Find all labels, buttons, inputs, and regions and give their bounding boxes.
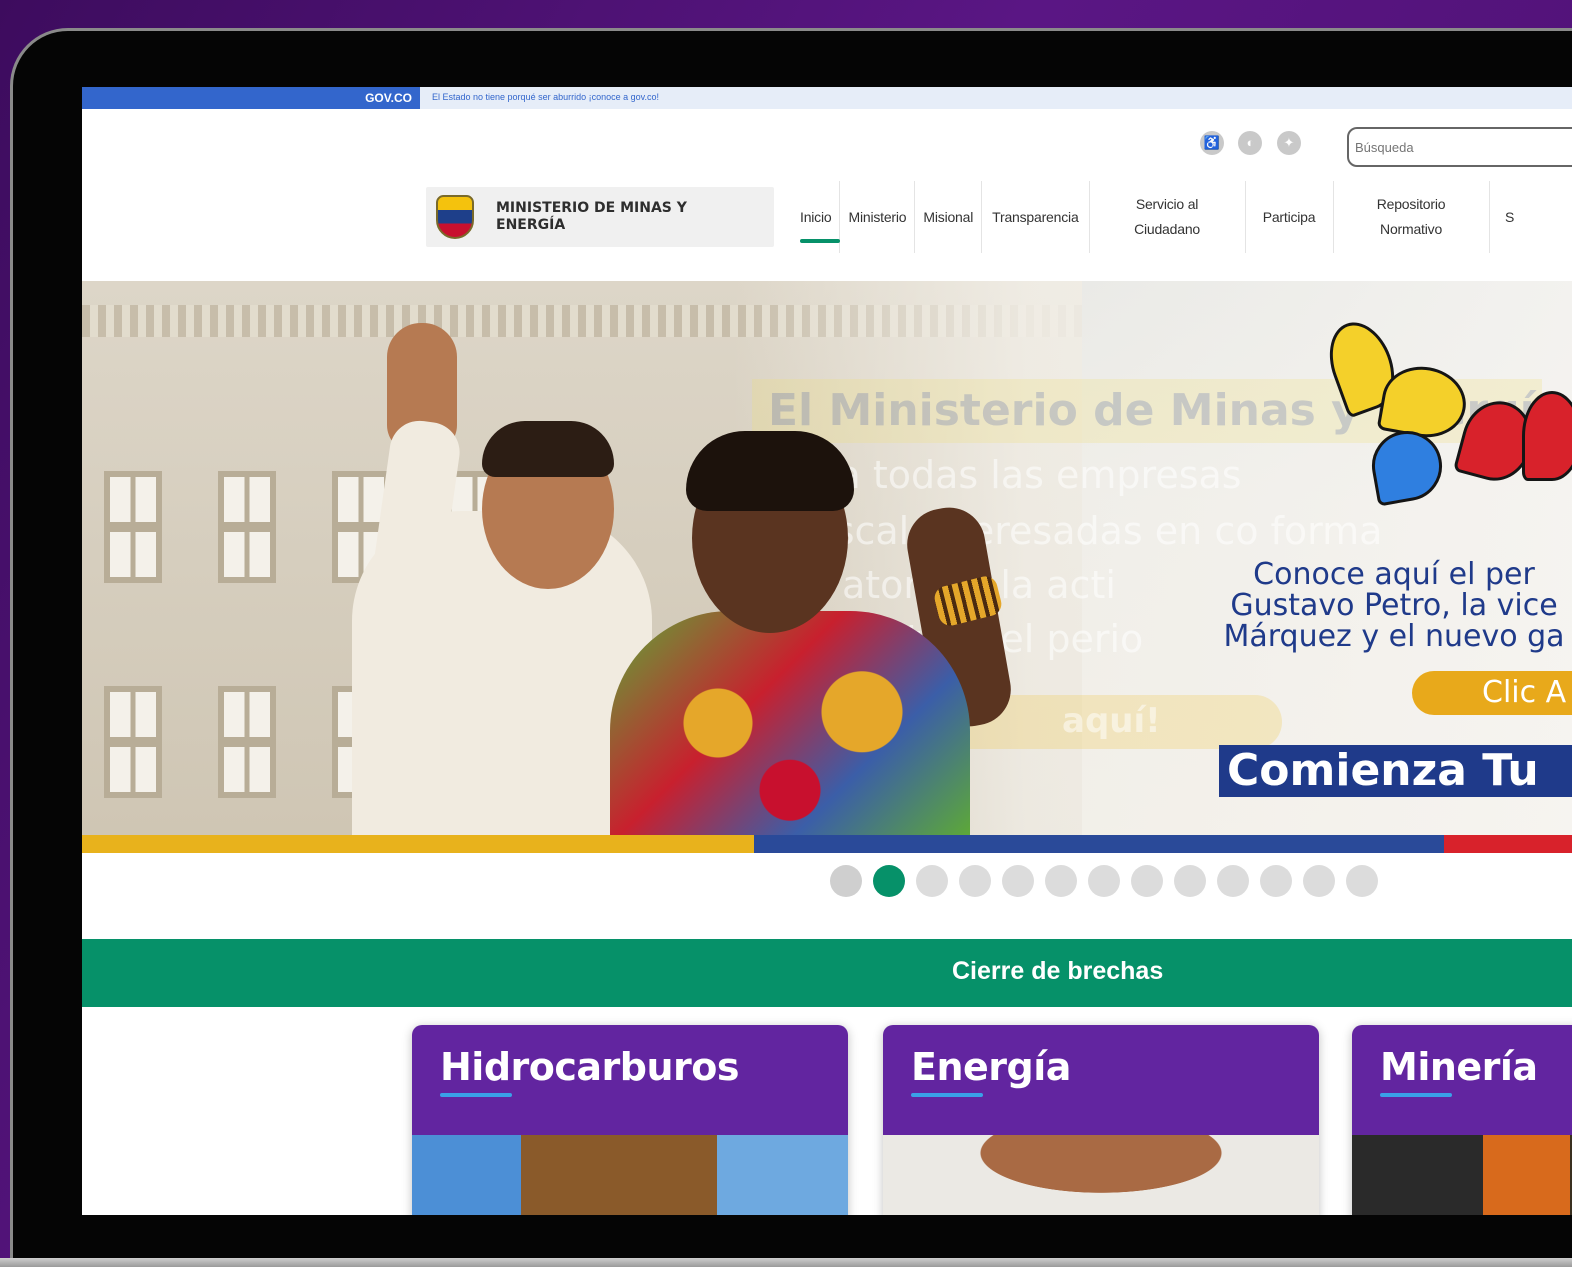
card-hidrocarburos[interactable]: Hidrocarburos <box>412 1025 848 1215</box>
ministry-logo[interactable]: MINISTERIO DE MINAS Y ENERGÍA <box>426 187 774 247</box>
gov-bar-brand[interactable]: GOV.CO <box>82 87 420 109</box>
nav-item-repositorio-normativo[interactable]: Repositorio Normativo <box>1334 181 1490 253</box>
card-title: Hidrocarburos <box>440 1045 740 1089</box>
carousel-dot[interactable] <box>1217 865 1249 897</box>
band-title: Cierre de brechas <box>952 957 1164 985</box>
carousel-dots <box>830 865 1378 897</box>
carousel-dot[interactable] <box>916 865 948 897</box>
carousel-dot[interactable] <box>1174 865 1206 897</box>
accessibility-icon[interactable]: ♿ <box>1200 131 1224 155</box>
carousel-dot[interactable] <box>1303 865 1335 897</box>
main-nav: Inicio Ministerio Misional Transparencia… <box>792 181 1530 253</box>
carousel-dot[interactable] <box>1088 865 1120 897</box>
nav-item-servicio-ciudadano[interactable]: Servicio al Ciudadano <box>1090 181 1246 253</box>
nav-item-transparencia[interactable]: Transparencia <box>982 181 1090 253</box>
coat-of-arms-icon <box>436 195 474 239</box>
hero-banner[interactable]: El Ministerio de Minas y Energía oca a t… <box>82 281 1572 835</box>
promo-line: Márquez y el nuevo ga <box>1223 619 1565 654</box>
butterfly-red-wing-icon <box>1522 391 1572 481</box>
card-mineria[interactable]: Minería <box>1352 1025 1572 1215</box>
colombia-flag-strip <box>82 835 1572 853</box>
nav-item-participa[interactable]: Participa <box>1246 181 1334 253</box>
browser-screen: GOV.CO El Estado no tiene porqué ser abu… <box>82 87 1572 1215</box>
carousel-dot[interactable] <box>830 865 862 897</box>
man-hair-image <box>482 421 614 477</box>
gov-bar: GOV.CO El Estado no tiene porqué ser abu… <box>82 87 1572 109</box>
laptop-base <box>0 1258 1572 1267</box>
woman-hair-image <box>686 431 854 511</box>
promo-line: Conoce aquí el per <box>1253 557 1535 592</box>
mineria-image <box>1352 1135 1572 1215</box>
hero-ghost-button-label: aquí! <box>1062 701 1161 741</box>
cierre-brechas-band: Cierre de brechas <box>82 939 1572 1007</box>
nav-item-s[interactable]: S <box>1490 181 1530 253</box>
comienza-banner-text: Comienza Tu <box>1219 745 1572 797</box>
card-title: Energía <box>911 1045 1071 1089</box>
card-title: Minería <box>1380 1045 1538 1089</box>
carousel-dot[interactable] <box>1346 865 1378 897</box>
promo-text: Conoce aquí el per Gustavo Petro, la vic… <box>1194 559 1572 652</box>
carousel-dot[interactable] <box>1045 865 1077 897</box>
accessibility-toolbar: ♿ ◐ ✦ <box>1200 131 1311 155</box>
energia-image <box>883 1135 1319 1215</box>
universal-access-icon[interactable]: ✦ <box>1276 131 1301 155</box>
promo-line: Gustavo Petro, la vice <box>1230 588 1558 623</box>
hero-ghost-line: sc fiscal interesadas en co forma <box>758 509 1383 553</box>
carousel-dot[interactable] <box>1002 865 1034 897</box>
nav-item-ministerio[interactable]: Ministerio <box>840 181 916 253</box>
nav-item-inicio[interactable]: Inicio <box>792 181 841 253</box>
site-header: ♿ ◐ ✦ MINISTERIO DE MINAS Y ENERGÍA Inic… <box>82 109 1572 281</box>
govco-logo[interactable]: GOV.CO <box>361 89 416 107</box>
contrast-icon[interactable]: ◐ <box>1238 131 1263 155</box>
carousel-dot[interactable] <box>1131 865 1163 897</box>
search-input[interactable] <box>1347 127 1572 167</box>
clic-aqui-button[interactable]: Clic A <box>1412 671 1572 715</box>
ministry-name: MINISTERIO DE MINAS Y ENERGÍA <box>496 200 687 233</box>
carousel-dot-active[interactable] <box>873 865 905 897</box>
carousel-dot[interactable] <box>959 865 991 897</box>
gov-bar-message[interactable]: El Estado no tiene porqué ser aburrido ¡… <box>432 92 659 102</box>
carousel-dot[interactable] <box>1260 865 1292 897</box>
card-energia[interactable]: Energía <box>883 1025 1319 1215</box>
hidrocarburos-image <box>412 1135 848 1215</box>
woman-dress-image <box>610 611 970 835</box>
nav-item-misional[interactable]: Misional <box>915 181 983 253</box>
